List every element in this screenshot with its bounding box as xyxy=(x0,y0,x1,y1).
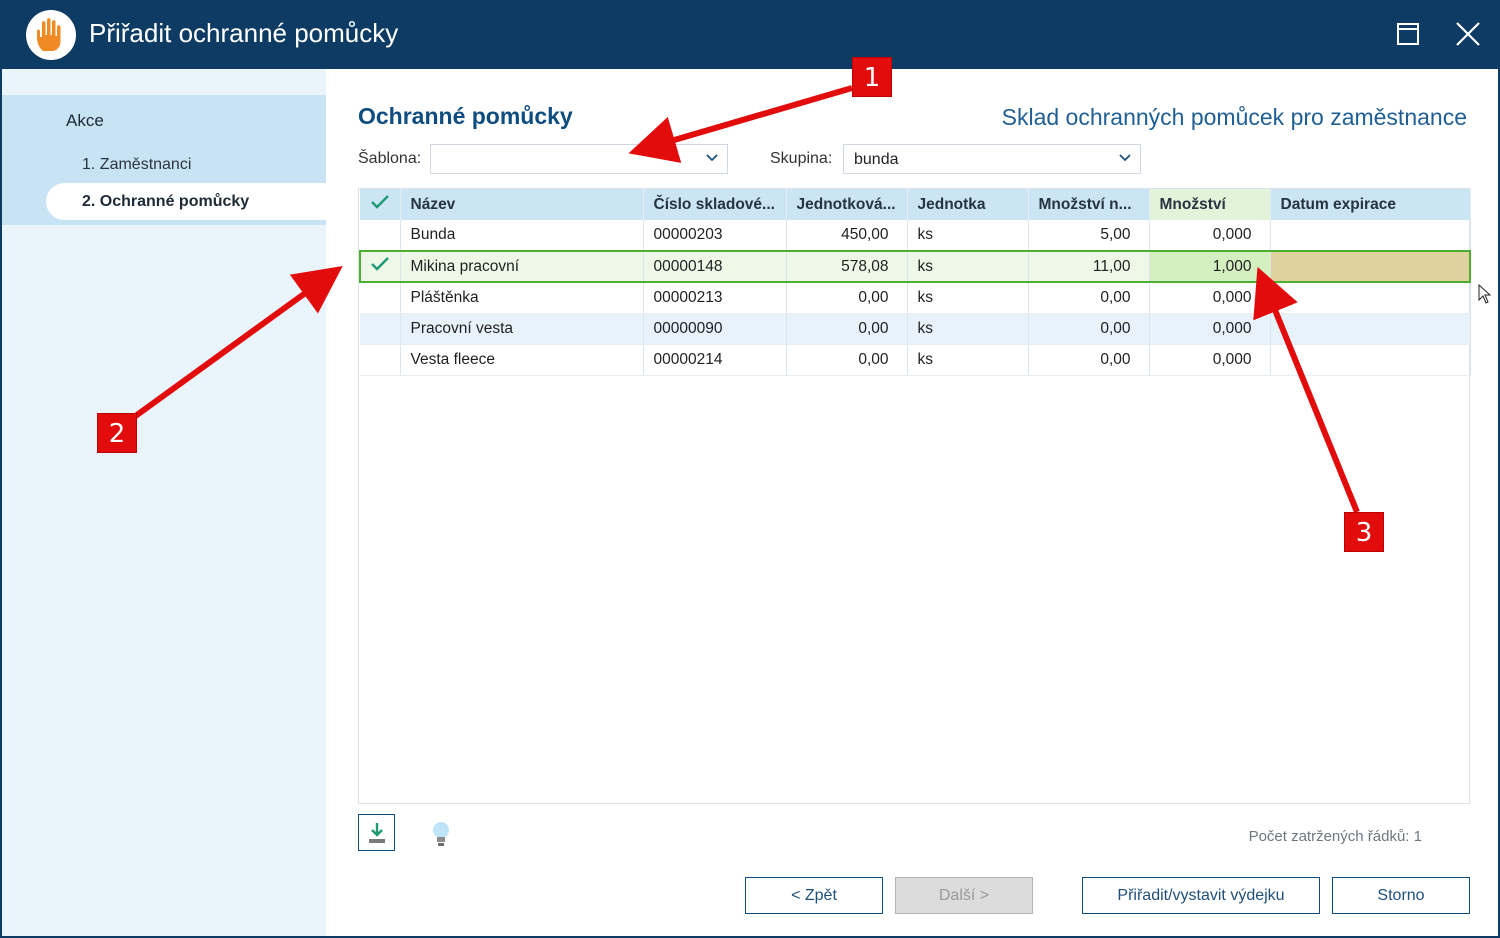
table-row[interactable]: Vesta fleece 00000214 0,00 ks 0,00 0,000 xyxy=(360,344,1471,376)
maximize-button[interactable] xyxy=(1388,14,1428,54)
checked-rows-count: Počet zatržených řádků: 1 xyxy=(1248,828,1422,845)
annotation-badge-3: 3 xyxy=(1344,512,1384,552)
annotation-arrow-1 xyxy=(628,85,853,163)
cell-qty[interactable]: 0,000 xyxy=(1149,344,1271,376)
select-all-checkbox[interactable] xyxy=(360,189,401,220)
cell-code: 00000213 xyxy=(643,282,787,314)
annotation-badge-1: 1 xyxy=(852,57,892,97)
col-header-unit[interactable]: Jednotka xyxy=(907,189,1029,220)
col-header-code[interactable]: Číslo skladové... xyxy=(643,189,787,220)
template-select[interactable] xyxy=(430,144,728,174)
equipment-grid[interactable]: Název Číslo skladové... Jednotková... Je… xyxy=(358,188,1471,804)
sidebar-item-protective-equipment[interactable]: 2. Ochranné pomůcky xyxy=(46,183,328,220)
cell-unit: ks xyxy=(907,344,1029,376)
cell-code: 00000090 xyxy=(643,313,787,345)
cell-qty-stock: 5,00 xyxy=(1028,220,1150,252)
row-checkbox[interactable] xyxy=(360,282,401,314)
group-value: bunda xyxy=(854,151,899,168)
row-checkbox[interactable] xyxy=(359,250,401,283)
table-row[interactable]: Bunda 00000203 450,00 ks 5,00 0,000 xyxy=(360,220,1471,252)
window-title: Přiřadit ochranné pomůcky xyxy=(89,18,399,48)
cell-unit-price: 578,08 xyxy=(786,250,908,283)
cell-expiry[interactable] xyxy=(1270,250,1471,283)
col-header-qty-stock[interactable]: Množství n... xyxy=(1028,189,1150,220)
row-checkbox[interactable] xyxy=(360,220,401,252)
maximize-icon xyxy=(1397,23,1419,45)
mouse-cursor-icon xyxy=(1478,283,1492,309)
cell-name: Mikina pracovní xyxy=(400,250,644,283)
check-icon xyxy=(371,257,390,271)
lightbulb-icon[interactable] xyxy=(430,820,452,853)
table-row[interactable]: Pracovní vesta 00000090 0,00 ks 0,00 0,0… xyxy=(360,313,1471,345)
cell-qty-stock: 0,00 xyxy=(1028,313,1150,345)
cell-name: Vesta fleece xyxy=(400,344,644,376)
download-icon xyxy=(368,822,385,843)
col-header-unit-price[interactable]: Jednotková... xyxy=(786,189,908,220)
col-header-expiry[interactable]: Datum expirace xyxy=(1270,189,1471,220)
close-button[interactable] xyxy=(1448,14,1488,54)
annotation-badge-2: 2 xyxy=(97,413,137,453)
cell-code: 00000148 xyxy=(643,250,787,283)
col-header-qty[interactable]: Množství xyxy=(1149,189,1271,220)
cell-unit: ks xyxy=(907,250,1029,283)
cell-code: 00000203 xyxy=(643,220,787,252)
row-checkbox[interactable] xyxy=(360,344,401,376)
table-row-selected[interactable]: Mikina pracovní 00000148 578,08 ks 11,00… xyxy=(359,250,1471,283)
cell-qty[interactable]: 0,000 xyxy=(1149,282,1271,314)
row-checkbox[interactable] xyxy=(360,313,401,345)
group-label: Skupina: xyxy=(770,150,833,167)
cell-unit: ks xyxy=(907,282,1029,314)
hand-icon xyxy=(26,10,76,60)
table-row[interactable]: Pláštěnka 00000213 0,00 ks 0,00 0,000 xyxy=(360,282,1471,314)
group-select[interactable]: bunda xyxy=(843,144,1141,174)
sidebar-item-employees[interactable]: 1. Zaměstnanci xyxy=(82,156,191,174)
title-bar: Přiřadit ochranné pomůcky xyxy=(0,0,1500,69)
cell-name: Bunda xyxy=(400,220,644,252)
template-label: Šablona: xyxy=(358,150,422,167)
cell-expiry[interactable] xyxy=(1270,313,1471,345)
table-header: Název Číslo skladové... Jednotková... Je… xyxy=(360,189,1471,220)
next-button[interactable]: Další > xyxy=(895,877,1033,914)
cell-qty[interactable]: 0,000 xyxy=(1149,220,1271,252)
cell-qty-stock: 0,00 xyxy=(1028,282,1150,314)
cell-expiry[interactable] xyxy=(1270,282,1471,314)
sidebar-title: Akce xyxy=(66,111,104,130)
chevron-down-icon xyxy=(705,151,719,170)
cell-unit-price: 0,00 xyxy=(786,282,908,314)
close-icon xyxy=(1456,22,1480,46)
cell-name: Pláštěnka xyxy=(400,282,644,314)
cell-unit-price: 0,00 xyxy=(786,313,908,345)
col-header-name[interactable]: Název xyxy=(400,189,644,220)
cell-qty[interactable]: 0,000 xyxy=(1149,313,1271,345)
page-subtitle: Sklad ochranných pomůcek pro zaměstnance xyxy=(1001,104,1467,130)
cell-expiry[interactable] xyxy=(1270,344,1471,376)
cell-unit: ks xyxy=(907,313,1029,345)
page-title: Ochranné pomůcky xyxy=(358,103,573,129)
cell-qty-stock: 11,00 xyxy=(1028,250,1150,283)
cell-name: Pracovní vesta xyxy=(400,313,644,345)
cell-qty-stock: 0,00 xyxy=(1028,344,1150,376)
export-button[interactable] xyxy=(358,814,395,851)
equipment-table: Název Číslo skladové... Jednotková... Je… xyxy=(359,189,1471,376)
cell-expiry[interactable] xyxy=(1270,220,1471,252)
assign-issue-button[interactable]: Přiřadit/vystavit výdejku xyxy=(1082,877,1320,914)
cell-unit: ks xyxy=(907,220,1029,252)
check-icon xyxy=(370,195,389,209)
back-button[interactable]: < Zpět xyxy=(745,877,883,914)
cell-code: 00000214 xyxy=(643,344,787,376)
cell-qty[interactable]: 1,000 xyxy=(1149,250,1271,283)
chevron-down-icon xyxy=(1118,151,1132,170)
cell-unit-price: 0,00 xyxy=(786,344,908,376)
cancel-button[interactable]: Storno xyxy=(1332,877,1470,914)
cell-unit-price: 450,00 xyxy=(786,220,908,252)
sidebar: Akce 1. Zaměstnanci 2. Ochranné pomůcky xyxy=(2,69,328,936)
